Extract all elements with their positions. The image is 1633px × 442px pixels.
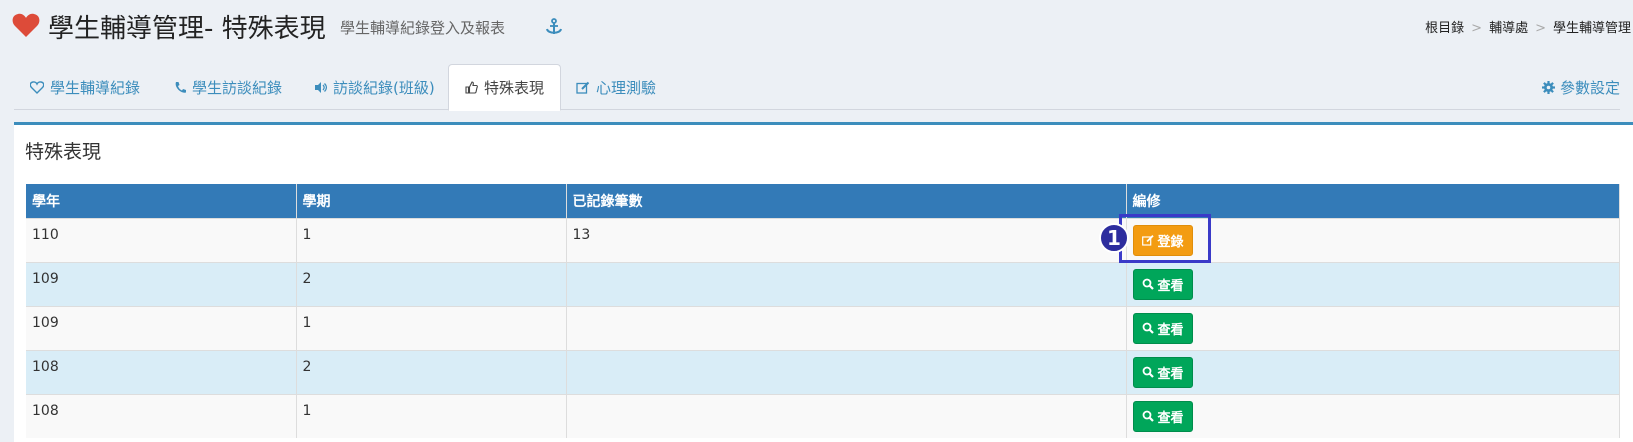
button-label: 查看 (1157, 322, 1184, 338)
count-cell (566, 349, 1127, 394)
view-button[interactable]: 查看 (1132, 268, 1193, 300)
year-cell: 109 (26, 261, 297, 306)
special-performance-panel: 特殊表現 學年 學期 已記錄筆數 編修 110 1 13 登錄 109 2 查看… (14, 122, 1633, 442)
button-label: 查看 (1157, 410, 1184, 426)
column-header-count[interactable]: 已記錄筆數 (566, 184, 1127, 218)
search-icon (1142, 278, 1154, 290)
year-cell: 109 (26, 305, 297, 350)
gear-icon (1541, 80, 1555, 94)
search-icon (1142, 410, 1154, 422)
breadcrumb-item-current: 學生輔導管理 (1552, 21, 1631, 36)
tab-label: 學生輔導紀錄 (50, 78, 141, 97)
breadcrumb-item-counseling[interactable]: 輔導處 (1489, 21, 1528, 36)
table-row: 108 2 查看 (26, 349, 1620, 394)
edit-cell: 查看 (1126, 261, 1620, 306)
term-cell: 1 (296, 393, 567, 438)
year-cell: 108 (26, 393, 297, 438)
panel-title: 特殊表現 (25, 141, 102, 163)
count-cell (566, 393, 1127, 438)
anchor-icon[interactable] (545, 18, 563, 36)
table-row: 108 1 查看 (26, 393, 1620, 438)
page-header: 學生輔導管理- 特殊表現 學生輔導紀錄登入及報表 根目錄 > 輔導處 > 學生輔導管理 (0, 0, 1633, 52)
search-icon (1142, 322, 1154, 334)
tab-class-interview-records[interactable]: 訪談紀錄(班級) (314, 64, 435, 110)
term-cell: 2 (296, 261, 567, 306)
view-button[interactable]: 查看 (1132, 400, 1193, 432)
edit-icon (576, 81, 590, 94)
phone-icon (175, 81, 186, 93)
search-icon (1142, 366, 1154, 378)
tab-bar: 學生輔導紀錄 學生訪談紀錄 訪談紀錄(班級) 特殊表現 心理測驗 參數設定 (14, 64, 1620, 111)
button-label: 查看 (1157, 278, 1184, 294)
edit-cell: 查看 (1126, 393, 1620, 438)
year-cell: 108 (26, 349, 297, 394)
breadcrumb-item-root[interactable]: 根目錄 (1425, 21, 1464, 36)
tab-special-performance[interactable]: 特殊表現 (448, 64, 562, 111)
volume-icon (315, 81, 327, 93)
tab-settings[interactable]: 參數設定 (1541, 64, 1620, 110)
page-subtitle: 學生輔導紀錄登入及報表 (340, 19, 506, 37)
term-cell: 2 (296, 349, 567, 394)
tab-psychological-test[interactable]: 心理測驗 (576, 64, 656, 110)
heart-outline-icon (30, 80, 44, 94)
column-header-year[interactable]: 學年 (26, 184, 297, 218)
tab-label: 訪談紀錄(班級) (333, 78, 435, 97)
tab-student-counseling-records[interactable]: 學生輔導紀錄 (30, 64, 140, 110)
heart-icon (12, 13, 40, 37)
view-button[interactable]: 查看 (1132, 312, 1193, 344)
edit-cell: 查看 (1126, 349, 1620, 394)
edit-cell: 查看 (1126, 305, 1620, 350)
table-header-row: 學年 學期 已記錄筆數 編修 (26, 184, 1620, 218)
tab-label: 學生訪談紀錄 (192, 78, 283, 97)
tab-label: 特殊表現 (484, 79, 545, 97)
year-cell: 110 (26, 217, 297, 262)
table-row: 109 1 查看 (26, 305, 1620, 350)
breadcrumb: 根目錄 > 輔導處 > 學生輔導管理 (1425, 21, 1631, 36)
table-row: 109 2 查看 (26, 261, 1620, 306)
term-cell: 1 (296, 217, 567, 262)
column-header-edit: 編修 (1126, 184, 1620, 218)
thumbs-up-icon (465, 81, 478, 94)
button-label: 查看 (1157, 366, 1184, 382)
count-cell: 13 (566, 217, 1127, 262)
annotation-highlight-box (1119, 214, 1211, 263)
term-cell: 1 (296, 305, 567, 350)
tab-student-interview-records[interactable]: 學生訪談紀錄 (174, 64, 282, 110)
tab-label: 心理測驗 (596, 78, 657, 97)
annotation-step-badge: 1 (1099, 223, 1129, 253)
count-cell (566, 261, 1127, 306)
column-header-term[interactable]: 學期 (296, 184, 567, 218)
tab-label: 參數設定 (1559, 78, 1620, 97)
view-button[interactable]: 查看 (1132, 356, 1193, 388)
count-cell (566, 305, 1127, 350)
table-row: 110 1 13 登錄 (26, 217, 1620, 262)
page-title: 學生輔導管理- 特殊表現 (48, 14, 326, 44)
performance-table: 學年 學期 已記錄筆數 編修 110 1 13 登錄 109 2 查看 109 … (26, 184, 1620, 438)
